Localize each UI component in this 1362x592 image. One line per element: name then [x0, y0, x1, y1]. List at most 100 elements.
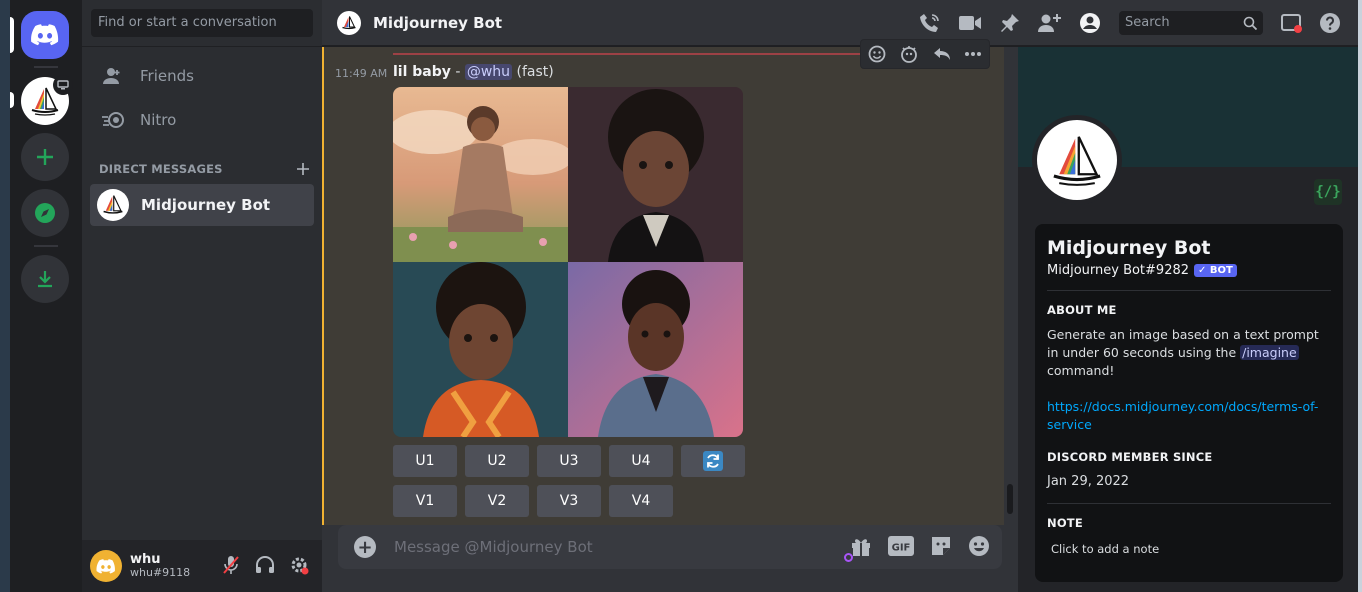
voice-call-icon[interactable]: [918, 11, 942, 35]
variation-1-button[interactable]: V1: [393, 485, 457, 517]
message-actions-toolbar: [860, 39, 990, 69]
chat-area: 11:49 AM lil baby - @whu (fast) U1 U2 U3…: [322, 39, 1018, 592]
divider: [1047, 290, 1331, 291]
prompt-text: lil baby: [393, 64, 451, 80]
avatar: [97, 189, 129, 221]
direct-messages-header: DIRECT MESSAGES: [99, 162, 309, 176]
divider: [1047, 503, 1331, 504]
mode-text: (fast): [516, 64, 554, 80]
user-profile-icon[interactable]: [1078, 11, 1102, 35]
emoji-icon[interactable]: [968, 535, 990, 557]
avatar[interactable]: [1032, 115, 1122, 205]
generated-image-grid[interactable]: [393, 87, 743, 437]
user-mention[interactable]: @whu: [464, 64, 513, 80]
rail-separator: [34, 66, 58, 68]
more-options-icon[interactable]: [964, 51, 982, 57]
refresh-icon: [703, 451, 723, 471]
upscale-4-button[interactable]: U4: [609, 445, 673, 477]
sticker-icon[interactable]: [930, 535, 952, 557]
rail-selected-pill: [10, 17, 14, 53]
about-me-text: Generate an image based on a text prompt…: [1047, 326, 1331, 380]
window-frame-right: [1358, 0, 1362, 592]
variation-2-button[interactable]: V2: [465, 485, 529, 517]
image-tile-4: [568, 262, 743, 437]
mention-bar: [322, 47, 324, 525]
image-tile-1: [393, 87, 568, 262]
image-tile-2: [568, 87, 743, 262]
channel-header: Midjourney Bot Search: [322, 0, 1358, 46]
variation-buttons-row: V1 V2 V3 V4: [393, 485, 673, 517]
midjourney-boat-icon: [1053, 136, 1101, 186]
variation-3-button[interactable]: V3: [537, 485, 601, 517]
add-server-button[interactable]: [21, 133, 69, 181]
profile-name: Midjourney Bot: [1047, 237, 1211, 259]
screen-share-icon: [53, 75, 73, 95]
user-settings-gear-icon[interactable]: [288, 554, 310, 576]
gif-icon[interactable]: GIF: [888, 536, 914, 556]
variation-4-button[interactable]: V4: [609, 485, 673, 517]
midjourney-boat-icon: [103, 195, 123, 214]
reply-icon[interactable]: [933, 46, 951, 62]
message-input[interactable]: Message @Midjourney Bot: [394, 538, 593, 556]
rail-separator: [34, 245, 58, 247]
pinned-messages-icon[interactable]: [998, 11, 1022, 35]
plus-icon: [37, 149, 53, 165]
profile-tag-row: Midjourney Bot#9282 ✓ BOT: [1047, 263, 1331, 278]
gift-icon[interactable]: [850, 535, 872, 557]
dm-header-label: DIRECT MESSAGES: [99, 162, 223, 176]
about-me-header: ABOUT ME: [1047, 303, 1117, 317]
dm-item-midjourney-bot[interactable]: Midjourney Bot: [90, 184, 314, 226]
member-since-value: Jan 29, 2022: [1047, 474, 1130, 489]
search-icon: [1243, 15, 1258, 39]
page-title: Midjourney Bot: [373, 13, 503, 32]
message-timestamp: 11:49 AM: [335, 67, 388, 80]
message-content: lil baby - @whu (fast): [393, 64, 554, 80]
upscale-buttons-row: U1 U2 U3 U4: [393, 445, 745, 477]
add-friends-to-dm-icon[interactable]: [1038, 11, 1062, 35]
note-input[interactable]: Click to add a note: [1047, 542, 1331, 556]
inbox-icon[interactable]: [1280, 11, 1304, 35]
user-tag: whu#9118: [130, 566, 191, 580]
friends-icon: [102, 64, 126, 88]
mute-mic-icon[interactable]: [220, 554, 242, 576]
attach-plus-icon[interactable]: +: [354, 536, 376, 558]
user-panel: whu whu#9118: [82, 540, 322, 592]
help-icon[interactable]: [1318, 11, 1342, 35]
home-button[interactable]: [21, 11, 69, 59]
reroll-button[interactable]: [681, 445, 745, 477]
nav-item-friends[interactable]: Friends: [90, 55, 314, 97]
upscale-1-button[interactable]: U1: [393, 445, 457, 477]
explore-servers-button[interactable]: [21, 189, 69, 237]
download-icon: [38, 271, 52, 288]
imagine-command[interactable]: /imagine: [1240, 345, 1299, 360]
upscale-2-button[interactable]: U2: [465, 445, 529, 477]
super-reaction-icon[interactable]: [899, 45, 919, 63]
member-since-header: DISCORD MEMBER SINCE: [1047, 450, 1213, 464]
nav-item-nitro[interactable]: Nitro: [90, 99, 314, 141]
discord-logo-icon: [96, 558, 115, 573]
video-call-icon[interactable]: [958, 11, 982, 35]
user-profile-panel: {/} Midjourney Bot Midjourney Bot#9282 ✓…: [1018, 47, 1358, 592]
create-dm-plus-icon[interactable]: [297, 163, 309, 175]
about-text-2: command!: [1047, 363, 1115, 378]
add-reaction-icon[interactable]: [868, 45, 886, 63]
midjourney-server-button[interactable]: [21, 75, 73, 125]
note-header: NOTE: [1047, 516, 1083, 530]
headphones-icon[interactable]: [254, 554, 276, 576]
server-rail: [10, 0, 82, 592]
download-apps-button[interactable]: [21, 255, 69, 303]
message-composer[interactable]: + Message @Midjourney Bot GIF: [338, 525, 1002, 569]
terms-link[interactable]: https://docs.midjourney.com/docs/terms-o…: [1047, 398, 1331, 434]
dm-sidebar: Find or start a conversation Friends Nit…: [82, 0, 322, 592]
search-input[interactable]: Search: [1119, 11, 1263, 35]
profile-card: Midjourney Bot Midjourney Bot#9282 ✓ BOT…: [1035, 224, 1343, 582]
upscale-3-button[interactable]: U3: [537, 445, 601, 477]
compass-icon: [35, 203, 55, 223]
chat-scrollbar[interactable]: [1007, 484, 1013, 514]
developer-badge[interactable]: {/}: [1314, 179, 1342, 205]
rail-unread-pill: [10, 92, 14, 108]
avatar[interactable]: [90, 550, 122, 582]
find-conversation-input[interactable]: Find or start a conversation: [91, 9, 313, 37]
profile-tag: Midjourney Bot#9282: [1047, 263, 1190, 278]
nitro-icon: [102, 108, 126, 132]
